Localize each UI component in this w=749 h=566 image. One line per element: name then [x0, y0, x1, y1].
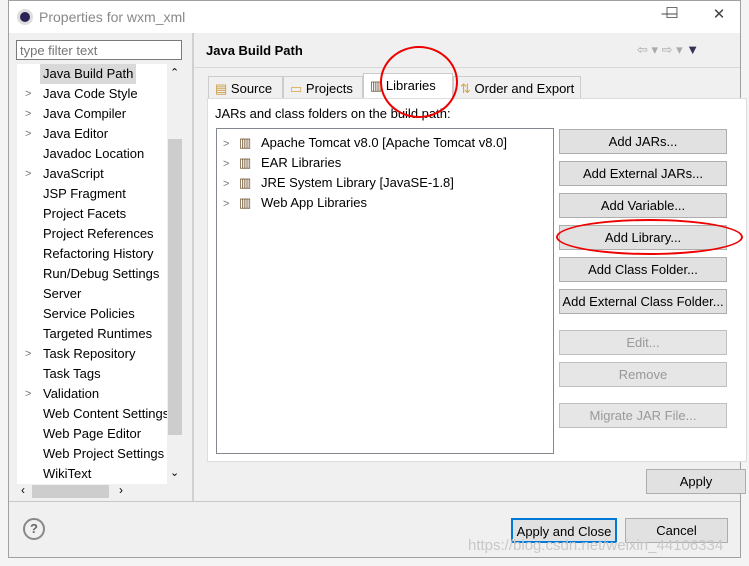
tree-item-label: Web Page Editor	[43, 426, 142, 441]
library-item[interactable]: > ▥ JRE System Library [JavaSE-1.8]	[223, 173, 454, 193]
tree-item-label: WikiText	[43, 466, 92, 481]
tab-libraries[interactable]: ▥ Libraries	[363, 73, 453, 99]
apply-button[interactable]: Apply	[646, 469, 746, 494]
close-button[interactable]: ✕	[704, 5, 734, 27]
vertical-scrollbar[interactable]: ⌃ ⌄	[167, 64, 183, 484]
tree-item-label: Run/Debug Settings	[43, 266, 160, 281]
chevron-right-icon[interactable]: >	[223, 198, 229, 210]
page-title: Java Build Path	[206, 43, 303, 58]
maximize-button[interactable]: ☐	[657, 4, 687, 26]
tab-source[interactable]: ▤ Source	[208, 76, 283, 99]
library-icon: ▥	[239, 155, 252, 170]
apply-and-close-button[interactable]: Apply and Close	[511, 518, 617, 543]
library-icon: ▥	[239, 195, 252, 210]
chevron-right-icon[interactable]: >	[25, 164, 31, 184]
library-label: Apache Tomcat v8.0 [Apache Tomcat v8.0]	[261, 135, 507, 150]
projects-folder-icon: ▭	[290, 81, 303, 96]
tree-item-label: Validation	[43, 386, 100, 401]
tree-item-label: Service Policies	[43, 306, 135, 321]
properties-dialog: Properties for wxm_xml — ☐ ✕ Java Build …	[8, 0, 747, 558]
order-arrows-icon: ⇅	[460, 81, 471, 96]
tree-item-label: Java Compiler	[43, 106, 127, 121]
eclipse-icon	[17, 9, 33, 25]
library-item[interactable]: > ▥ Apache Tomcat v8.0 [Apache Tomcat v8.0…	[223, 133, 507, 153]
tree-item-label: Web Project Settings	[43, 446, 165, 461]
tab-order-and-export[interactable]: ⇅ Order and Export	[453, 76, 581, 99]
title-bar: Properties for wxm_xml — ☐ ✕	[9, 1, 740, 33]
add-jars-button[interactable]: Add JARs...	[559, 129, 727, 154]
tree-item-label: JavaScript	[43, 166, 104, 181]
add-class-folder-button[interactable]: Add Class Folder...	[559, 257, 727, 282]
property-tree: Java Build Path > Java Code Style > Java Com…	[17, 64, 169, 484]
chevron-right-icon[interactable]: >	[25, 124, 31, 144]
library-icon: ▥	[239, 135, 252, 150]
tree-item-label: Java Editor	[43, 126, 109, 141]
horizontal-scrollbar[interactable]: ‹ ›	[17, 483, 183, 499]
window-title: Properties for wxm_xml	[39, 9, 186, 25]
library-label: JRE System Library [JavaSE-1.8]	[261, 175, 454, 190]
tree-item-label: Targeted Runtimes	[43, 326, 153, 341]
tree-item-label: Java Code Style	[43, 86, 138, 101]
source-folder-icon: ▤	[215, 81, 228, 96]
splitter[interactable]	[192, 33, 194, 501]
tree-item-label: Java Build Path	[40, 64, 137, 84]
tab-label: Source	[230, 81, 273, 96]
chevron-right-icon[interactable]: >	[223, 178, 229, 190]
tab-label: Libraries	[385, 78, 436, 93]
add-variable-button[interactable]: Add Variable...	[559, 193, 727, 218]
library-label: Web App Libraries	[261, 195, 367, 210]
chevron-right-icon[interactable]: >	[223, 158, 229, 170]
chevron-right-icon[interactable]: >	[25, 84, 31, 104]
chevron-right-icon[interactable]: >	[25, 384, 31, 404]
cancel-button[interactable]: Cancel	[625, 518, 728, 543]
tree-item-label: Task Repository	[43, 346, 136, 361]
tree-item-label: Web Content Settings	[43, 406, 170, 421]
edit-button[interactable]: Edit...	[559, 330, 727, 355]
migrate-jar-file-button[interactable]: Migrate JAR File...	[559, 403, 727, 428]
footer-separator	[9, 501, 740, 502]
header-separator	[194, 67, 740, 68]
library-icon: ▥	[239, 175, 252, 190]
add-external-jars-button[interactable]: Add External JARs...	[559, 161, 727, 186]
tab-label: Order and Export	[474, 81, 575, 96]
tree-item-label: Task Tags	[43, 366, 101, 381]
libraries-panel: JARs and class folders on the build path…	[207, 98, 747, 462]
library-list[interactable]: > ▥ Apache Tomcat v8.0 [Apache Tomcat v8.0…	[216, 128, 554, 454]
tree-item-label: Refactoring History	[43, 246, 154, 261]
add-library-button[interactable]: Add Library...	[559, 225, 727, 250]
nav-arrows[interactable]: ⇦ ▾ ⇨ ▾ ▼	[637, 42, 699, 58]
tree-item-label: Javadoc Location	[43, 146, 145, 161]
chevron-right-icon[interactable]: >	[223, 138, 229, 150]
chevron-right-icon[interactable]: >	[25, 344, 31, 364]
filter-input[interactable]	[16, 40, 182, 60]
tab-projects[interactable]: ▭ Projects	[283, 76, 363, 99]
remove-button[interactable]: Remove	[559, 362, 727, 387]
chevron-right-icon[interactable]: >	[25, 104, 31, 124]
tree-item-label: Project Facets	[43, 206, 127, 221]
library-item[interactable]: > ▥ EAR Libraries	[223, 153, 341, 173]
tab-label: Projects	[305, 81, 353, 96]
add-external-class-folder-button[interactable]: Add External Class Folder...	[559, 289, 727, 314]
tree-item-label: JSP Fragment	[43, 186, 126, 201]
library-label: EAR Libraries	[261, 155, 342, 170]
help-icon[interactable]: ?	[23, 518, 45, 540]
tree-item-label: Project References	[43, 226, 154, 241]
list-label: JARs and class folders on the build path…	[215, 106, 451, 121]
library-item[interactable]: > ▥ Web App Libraries	[223, 193, 367, 213]
tree-item-label: Server	[43, 286, 82, 301]
library-icon: ▥	[370, 78, 383, 93]
